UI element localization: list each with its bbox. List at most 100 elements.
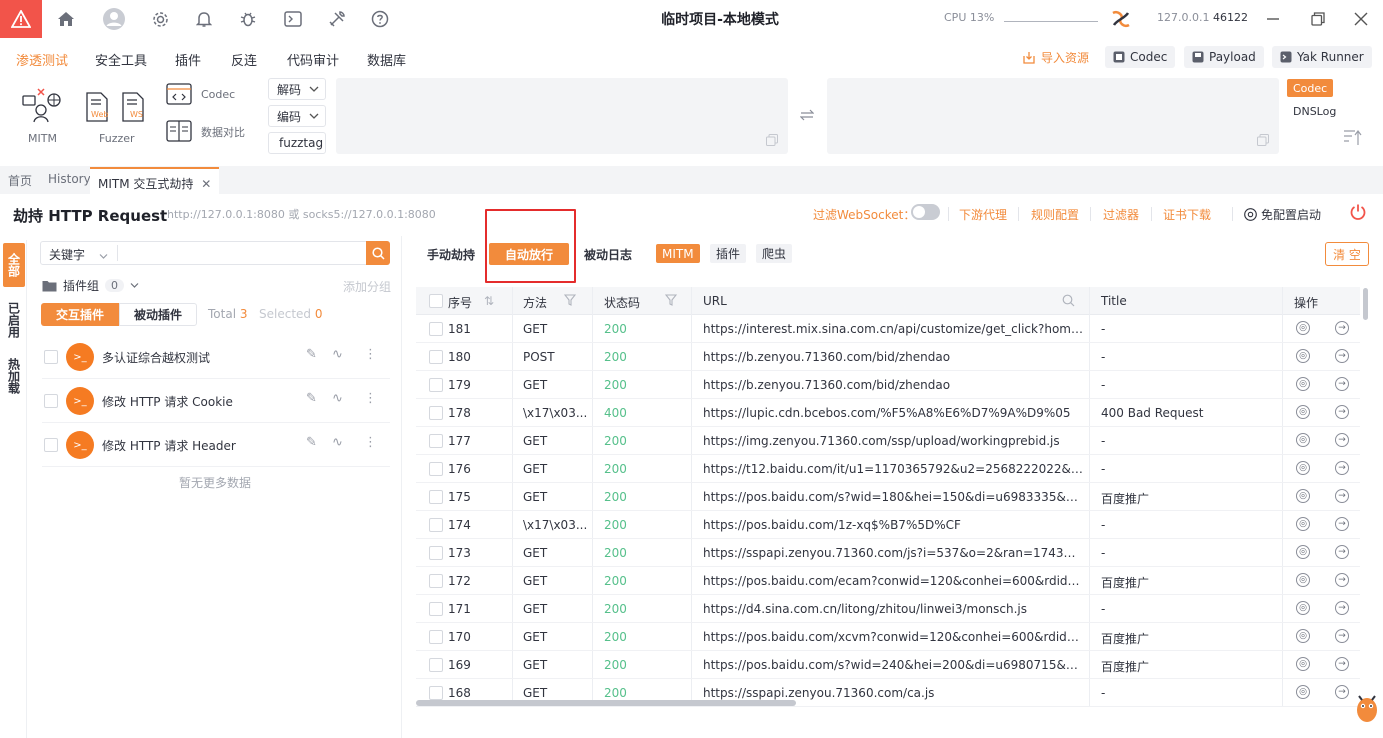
- table-row[interactable]: 178 \x17\x03... 400 https://lupic.cdn.bcebo…: [416, 399, 1360, 427]
- plugin-checkbox[interactable]: [44, 438, 58, 452]
- row-checkbox[interactable]: [429, 462, 443, 476]
- copy-icon[interactable]: [766, 134, 778, 146]
- arrow-right-icon[interactable]: →: [1335, 405, 1349, 419]
- row-checkbox[interactable]: [429, 434, 443, 448]
- codec-tool-icon[interactable]: [166, 83, 194, 109]
- row-checkbox[interactable]: [429, 658, 443, 672]
- arrow-right-icon[interactable]: →: [1335, 349, 1349, 363]
- copy-icon[interactable]: [1257, 134, 1269, 146]
- arrow-right-icon[interactable]: →: [1335, 461, 1349, 475]
- bell-icon[interactable]: [193, 8, 215, 30]
- source-tag-mitm[interactable]: MITM: [656, 244, 700, 263]
- yak-runner-button[interactable]: Yak Runner: [1272, 46, 1372, 68]
- pulse-icon[interactable]: ∿: [332, 347, 343, 362]
- menu-database[interactable]: 数据库: [367, 50, 406, 69]
- chrome-icon[interactable]: ◎: [1296, 489, 1310, 503]
- encode-dropdown[interactable]: 编码: [268, 105, 326, 127]
- menu-plugins[interactable]: 插件: [175, 50, 201, 69]
- table-row[interactable]: 180 POST 200 https://b.zenyou.71360.com/bid…: [416, 343, 1360, 371]
- avatar-icon[interactable]: [101, 6, 127, 32]
- pulse-icon[interactable]: ∿: [332, 391, 343, 406]
- chrome-icon[interactable]: ◎: [1296, 545, 1310, 559]
- menu-code-audit[interactable]: 代码审计: [287, 50, 339, 69]
- edit-icon[interactable]: ✎: [306, 435, 317, 450]
- more-icon[interactable]: ⋮: [364, 347, 377, 362]
- tab-history[interactable]: History: [48, 172, 91, 186]
- chrome-icon[interactable]: ◎: [1296, 657, 1310, 671]
- chrome-icon[interactable]: ◎: [1296, 629, 1310, 643]
- table-row[interactable]: 170 GET 200 https://pos.baidu.com/xcvm?conw…: [416, 623, 1360, 651]
- table-row[interactable]: 172 GET 200 https://pos.baidu.com/ecam?conw…: [416, 567, 1360, 595]
- row-checkbox[interactable]: [429, 378, 443, 392]
- edit-icon[interactable]: ✎: [306, 391, 317, 406]
- close-icon[interactable]: [1348, 6, 1374, 32]
- arrow-right-icon[interactable]: →: [1335, 685, 1349, 699]
- codec-tool-label[interactable]: Codec: [201, 88, 235, 101]
- chrome-icon[interactable]: ◎: [1296, 321, 1310, 335]
- table-row[interactable]: 171 GET 200 https://d4.sina.com.cn/litong/z…: [416, 595, 1360, 623]
- mitm-icon[interactable]: [20, 86, 62, 126]
- plugin-item[interactable]: >_ 多认证综合越权测试 ✎ ∿ ⋮: [42, 335, 390, 379]
- filter-link[interactable]: 过滤器: [1103, 206, 1139, 223]
- power-icon[interactable]: [1349, 203, 1367, 221]
- arrow-right-icon[interactable]: →: [1335, 377, 1349, 391]
- chrome-icon[interactable]: ◎: [1296, 433, 1310, 447]
- home-icon[interactable]: [55, 8, 77, 30]
- row-checkbox[interactable]: [429, 686, 443, 700]
- arrow-right-icon[interactable]: →: [1335, 433, 1349, 447]
- table-row[interactable]: 173 GET 200 https://sspapi.zenyou.71360.com…: [416, 539, 1360, 567]
- arrow-right-icon[interactable]: →: [1335, 629, 1349, 643]
- row-checkbox[interactable]: [429, 574, 443, 588]
- table-row[interactable]: 181 GET 200 https://interest.mix.sina.com.c…: [416, 315, 1360, 343]
- minimize-icon[interactable]: [1260, 6, 1286, 32]
- arrow-right-icon[interactable]: →: [1335, 657, 1349, 671]
- bug-icon[interactable]: [237, 8, 259, 30]
- chrome-icon[interactable]: ◎: [1296, 377, 1310, 391]
- table-row[interactable]: 179 GET 200 https://b.zenyou.71360.com/bid/…: [416, 371, 1360, 399]
- row-checkbox[interactable]: [429, 350, 443, 364]
- tools-icon[interactable]: [326, 8, 348, 30]
- gear-icon[interactable]: [149, 8, 171, 30]
- search-input[interactable]: [121, 242, 365, 264]
- vertical-scrollbar[interactable]: [1363, 288, 1368, 320]
- data-compare-icon[interactable]: [166, 120, 194, 144]
- row-checkbox[interactable]: [429, 490, 443, 504]
- tab-passive-plugins[interactable]: 被动插件: [119, 303, 197, 326]
- row-checkbox[interactable]: [429, 602, 443, 616]
- table-row[interactable]: 175 GET 200 https://pos.baidu.com/s?wid=180…: [416, 483, 1360, 511]
- table-row[interactable]: 174 \x17\x03... 200 https://pos.baidu.com/1…: [416, 511, 1360, 539]
- swap-icon[interactable]: [799, 108, 815, 122]
- codec-output-area[interactable]: [827, 78, 1279, 154]
- more-icon[interactable]: ⋮: [364, 391, 377, 406]
- sort-arrows-icon[interactable]: ⇅: [484, 294, 494, 308]
- menu-security-tools[interactable]: 安全工具: [95, 50, 147, 69]
- payload-button[interactable]: Payload: [1184, 46, 1264, 68]
- warning-icon[interactable]: [0, 0, 42, 38]
- cert-download-link[interactable]: 证书下载: [1163, 206, 1211, 223]
- menu-reverse[interactable]: 反连: [231, 50, 257, 69]
- chrome-icon[interactable]: ◎: [1296, 405, 1310, 419]
- chrome-icon[interactable]: ◎: [1296, 349, 1310, 363]
- source-tag-plugin[interactable]: 插件: [710, 244, 747, 263]
- plugin-group-select[interactable]: 插件组 0: [42, 277, 139, 294]
- more-icon[interactable]: ⋮: [364, 435, 377, 450]
- table-row[interactable]: 169 GET 200 https://pos.baidu.com/s?wid=240…: [416, 651, 1360, 679]
- chrome-icon[interactable]: ◎: [1296, 601, 1310, 615]
- search-icon[interactable]: [1062, 294, 1075, 310]
- chrome-icon[interactable]: ◎: [1296, 517, 1310, 531]
- tab-home[interactable]: 首页: [8, 172, 32, 189]
- filter-icon[interactable]: [664, 294, 678, 309]
- table-row[interactable]: 176 GET 200 https://t12.baidu.com/it/u1=117…: [416, 455, 1360, 483]
- arrow-right-icon[interactable]: →: [1335, 601, 1349, 615]
- row-checkbox[interactable]: [429, 546, 443, 560]
- tab-interactive-plugins[interactable]: 交互插件: [41, 303, 119, 326]
- search-button[interactable]: [366, 241, 390, 265]
- engine-status-icon[interactable]: [1109, 7, 1133, 31]
- vtab-enabled[interactable]: 已启用: [3, 298, 25, 342]
- vtab-hot-reload[interactable]: 热加载: [3, 354, 25, 398]
- help-icon[interactable]: [369, 8, 391, 30]
- source-tag-crawler[interactable]: 爬虫: [756, 244, 793, 263]
- no-config-start-button[interactable]: 免配置启动: [1244, 206, 1321, 223]
- plugin-checkbox[interactable]: [44, 394, 58, 408]
- add-group-button[interactable]: 添加分组: [343, 278, 391, 295]
